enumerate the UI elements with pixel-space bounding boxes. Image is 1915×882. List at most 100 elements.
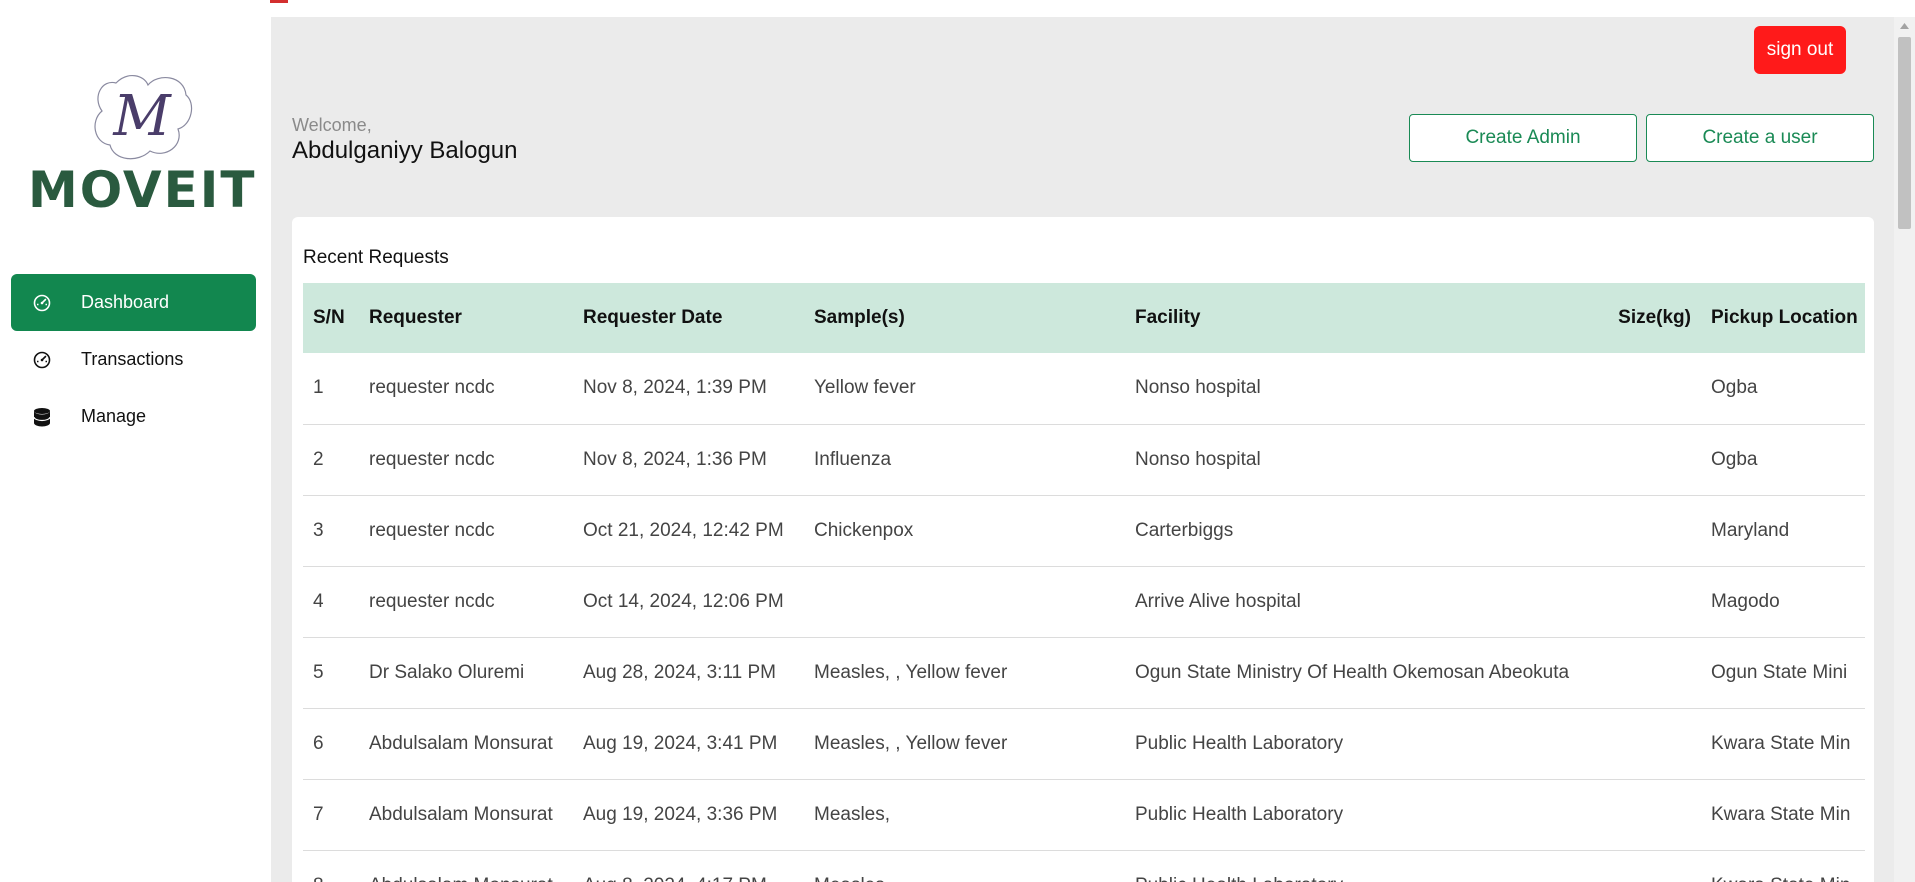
column-header: Requester <box>359 283 573 353</box>
table-cell: Aug 19, 2024, 3:41 PM <box>573 708 804 780</box>
create-user-button[interactable]: Create a user <box>1646 114 1874 162</box>
table-cell: Public Health Laboratory <box>1125 850 1605 882</box>
create-admin-button[interactable]: Create Admin <box>1409 114 1637 162</box>
table-cell: requester ncdc <box>359 424 573 496</box>
table-cell: Chickenpox <box>804 495 1125 567</box>
table-cell <box>1605 779 1701 851</box>
table-cell: Magodo <box>1701 566 1865 638</box>
table-cell: Nonso hospital <box>1125 353 1605 425</box>
table-cell: Nov 8, 2024, 1:36 PM <box>573 424 804 496</box>
svg-text:M: M <box>112 84 172 149</box>
table-cell: Kwara State Min <box>1701 850 1865 882</box>
table-cell: Ogba <box>1701 424 1865 496</box>
table-cell: Kwara State Min <box>1701 779 1865 851</box>
table-cell: 6 <box>303 708 359 780</box>
table-cell: Oct 14, 2024, 12:06 PM <box>573 566 804 638</box>
logo-emblem-icon: M <box>94 75 193 160</box>
table-row[interactable]: 8Abdulsalam MonsuratAug 8, 2024, 4:17 PM… <box>303 850 1865 882</box>
gauge-icon <box>31 349 53 371</box>
table-cell: requester ncdc <box>359 495 573 567</box>
table-cell: requester ncdc <box>359 566 573 638</box>
table-cell <box>1605 637 1701 709</box>
table-row[interactable]: 5 Dr Salako Oluremi Aug 28, 2024, 3:11 PM M… <box>303 637 1865 709</box>
table-cell: Public Health Laboratory <box>1125 779 1605 851</box>
table-cell <box>1605 424 1701 496</box>
column-header: Pickup Location <box>1701 283 1865 353</box>
sign-out-button[interactable]: sign out <box>1754 26 1846 74</box>
table-row[interactable]: 4 requester ncdc Oct 14, 2024, 12:06 PM Arr… <box>303 566 1865 638</box>
database-icon <box>31 406 53 428</box>
table-cell: 5 <box>303 637 359 709</box>
table-cell: Arrive Alive hospital <box>1125 566 1605 638</box>
table-cell: Yellow fever <box>804 353 1125 425</box>
user-name: Abdulganiyy Balogun <box>292 137 518 164</box>
sidebar-item-manage[interactable]: Manage <box>11 388 256 445</box>
table-cell: Kwara State Min <box>1701 708 1865 780</box>
table-row[interactable]: 2 requester ncdc Nov 8, 2024, 1:36 PM Influ… <box>303 424 1865 496</box>
table-cell: Ogun State Ministry Of Health Okemosan A… <box>1125 637 1605 709</box>
welcome-text: Welcome, <box>292 115 372 135</box>
page-scrollbar[interactable] <box>1894 17 1915 882</box>
main-content: sign out Welcome, Abdulganiyy Balogun Cr… <box>271 17 1894 882</box>
column-header: Sample(s) <box>804 283 1125 353</box>
recent-requests-table-wrap[interactable]: S/N Requester Requester Date Sample(s) F… <box>303 283 1865 882</box>
table-cell: Dr Salako Oluremi <box>359 637 573 709</box>
table-cell: Measles, , Yellow fever <box>804 637 1125 709</box>
table-header-row: S/N Requester Requester Date Sample(s) F… <box>303 283 1865 353</box>
column-header: Size(kg) <box>1605 283 1701 353</box>
table-cell: Aug 19, 2024, 3:36 PM <box>573 779 804 851</box>
table-cell <box>1605 566 1701 638</box>
recent-requests-card: Recent Requests S/N Requester Requester … <box>292 217 1874 882</box>
table-cell: Nov 8, 2024, 1:39 PM <box>573 353 804 425</box>
table-cell: 4 <box>303 566 359 638</box>
table-row[interactable]: 3 requester ncdc Oct 21, 2024, 12:42 PM Chi… <box>303 495 1865 567</box>
table-cell: requester ncdc <box>359 353 573 425</box>
table-cell: Abdulsalam Monsurat <box>359 850 573 882</box>
browser-top-strip <box>0 0 1915 17</box>
sidebar-item-label: Manage <box>81 406 147 426</box>
table-cell: Measles, <box>804 850 1125 882</box>
column-header: Facility <box>1125 283 1605 353</box>
table-row[interactable]: 7 Abdulsalam Monsurat Aug 19, 2024, 3:36 P… <box>303 779 1865 851</box>
table-cell <box>804 566 1125 638</box>
recent-requests-title: Recent Requests <box>303 247 449 268</box>
brand-logo[interactable]: M MOVEIT <box>28 69 257 229</box>
table-cell <box>1605 495 1701 567</box>
table-cell: Nonso hospital <box>1125 424 1605 496</box>
column-header: S/N <box>303 283 359 353</box>
table-row[interactable]: 6 Abdulsalam Monsurat Aug 19, 2024, 3:41 P… <box>303 708 1865 780</box>
table-cell: 8 <box>303 850 359 882</box>
table-cell: Aug 8, 2024, 4:17 PM <box>573 850 804 882</box>
table-cell <box>1605 353 1701 425</box>
sidebar-item-dashboard[interactable]: Dashboard <box>11 274 256 331</box>
column-header: Requester Date <box>573 283 804 353</box>
table-cell <box>1605 708 1701 780</box>
scroll-up-arrow-icon[interactable] <box>1894 17 1915 35</box>
sidebar-nav: Dashboard Transactions Manage <box>11 274 256 445</box>
table-cell <box>1605 850 1701 882</box>
table-cell: Ogun State Mini <box>1701 637 1865 709</box>
table-cell: Maryland <box>1701 495 1865 567</box>
table-cell: Influenza <box>804 424 1125 496</box>
table-row[interactable]: 1 requester ncdc Nov 8, 2024, 1:39 PM Yello… <box>303 353 1865 425</box>
sidebar-item-transactions[interactable]: Transactions <box>11 331 256 388</box>
brand-name: MOVEIT <box>28 161 257 219</box>
table-cell: Abdulsalam Monsurat <box>359 779 573 851</box>
table-cell: Abdulsalam Monsurat <box>359 708 573 780</box>
tab-indicator <box>270 0 288 3</box>
table-cell: 2 <box>303 424 359 496</box>
recent-requests-table: S/N Requester Requester Date Sample(s) F… <box>303 283 1865 882</box>
table-cell: Measles, , Yellow fever <box>804 708 1125 780</box>
table-cell: Public Health Laboratory <box>1125 708 1605 780</box>
table-cell: 1 <box>303 353 359 425</box>
table-cell: Carterbiggs <box>1125 495 1605 567</box>
sidebar: M MOVEIT Dashboard Transactions Manage <box>0 17 271 882</box>
scrollbar-thumb[interactable] <box>1898 37 1911 229</box>
table-cell: Aug 28, 2024, 3:11 PM <box>573 637 804 709</box>
sidebar-item-label: Dashboard <box>81 292 170 312</box>
table-cell: Measles, <box>804 779 1125 851</box>
table-cell: Oct 21, 2024, 12:42 PM <box>573 495 804 567</box>
table-cell: 3 <box>303 495 359 567</box>
sidebar-item-label: Transactions <box>81 349 184 369</box>
gauge-icon <box>31 292 53 314</box>
